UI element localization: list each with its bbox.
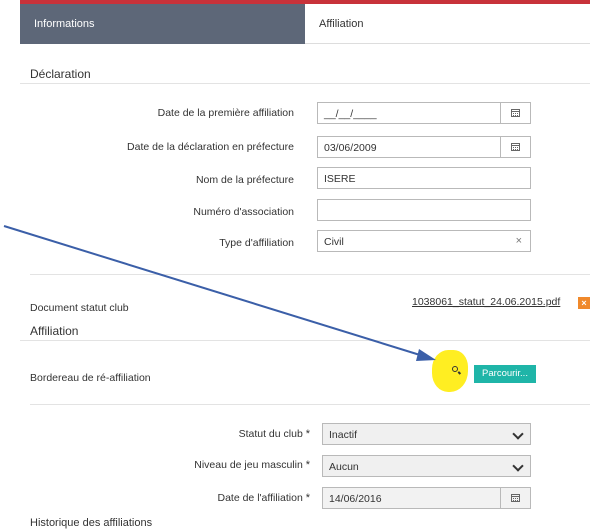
annotation-arrow xyxy=(3,225,436,361)
